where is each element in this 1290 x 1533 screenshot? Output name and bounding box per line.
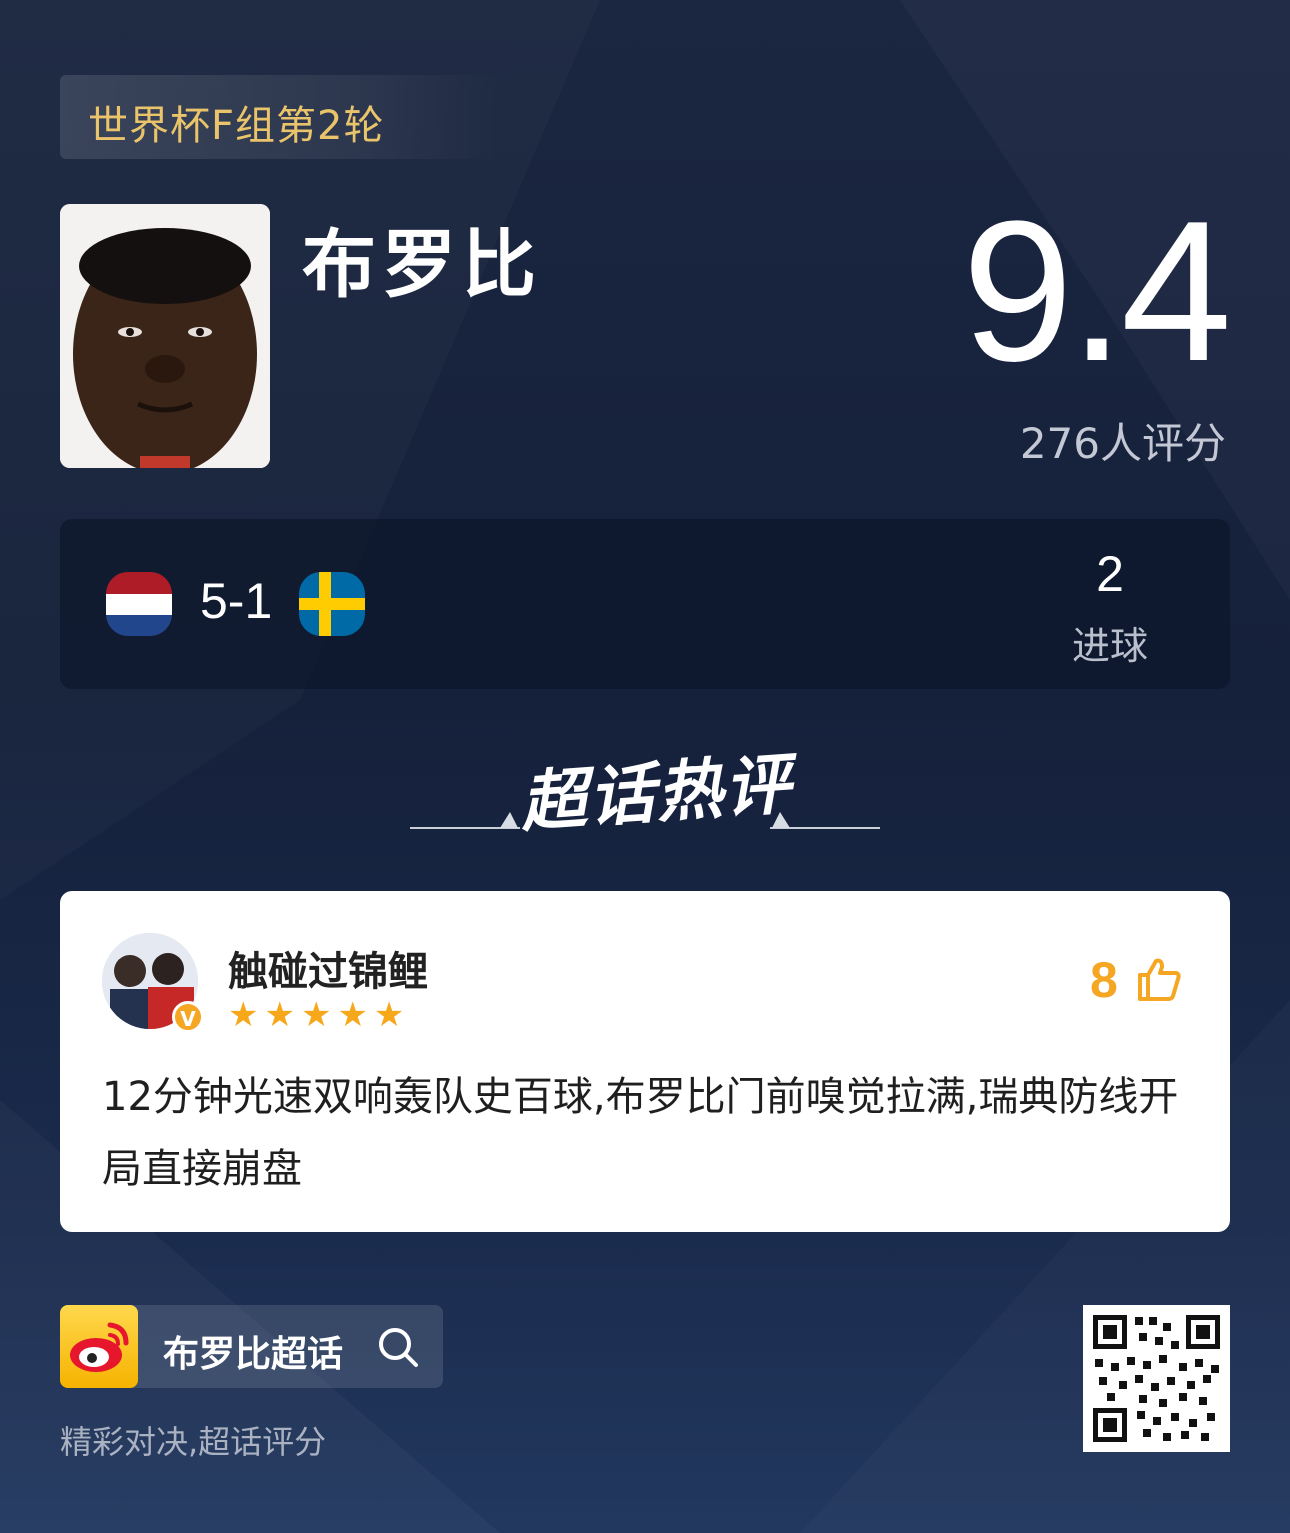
- star-rating: ★★★★★: [228, 995, 411, 1035]
- player-name: 布罗比: [302, 222, 542, 308]
- round-tag: 世界杯F组第2轮: [60, 75, 500, 159]
- match-card[interactable]: 5-1 2 进球: [60, 519, 1230, 689]
- goals-label: 进球: [1071, 624, 1148, 668]
- weibo-logo-icon: [60, 1305, 138, 1388]
- netherlands-flag-icon: [106, 572, 172, 636]
- search-icon[interactable]: [376, 1325, 420, 1369]
- player-photo: [60, 204, 270, 468]
- player-rating: 9.4: [961, 180, 1232, 403]
- slogan: 精彩对决,超话评分: [60, 1423, 327, 1461]
- like-count: 8: [1090, 952, 1118, 1008]
- commenter-name[interactable]: 触碰过锦鲤: [228, 939, 428, 997]
- section-title-decoration: [410, 812, 880, 829]
- qr-code: [1083, 1305, 1230, 1452]
- topic-label: 布罗比超话: [163, 1334, 344, 1375]
- rating-count: 276人评分: [1019, 419, 1226, 468]
- sweden-flag-icon: [299, 572, 365, 636]
- match-score: 5-1: [200, 573, 273, 629]
- verified-badge-icon: V: [172, 1001, 204, 1033]
- round-tag-text: 世界杯F组第2轮: [88, 103, 385, 149]
- comment-card[interactable]: V 触碰过锦鲤 ★★★★★ 8 12分钟光速双响轰队史百球,布罗比门前嗅觉拉满,…: [60, 891, 1230, 1232]
- goals-value: 2: [1096, 546, 1124, 602]
- topic-search-bar[interactable]: 布罗比超话: [60, 1305, 443, 1388]
- comment-text: 12分钟光速双响轰队史百球,布罗比门前嗅觉拉满,瑞典防线开局直接崩盘: [102, 1074, 1179, 1192]
- thumbs-up-icon[interactable]: [1136, 957, 1182, 1001]
